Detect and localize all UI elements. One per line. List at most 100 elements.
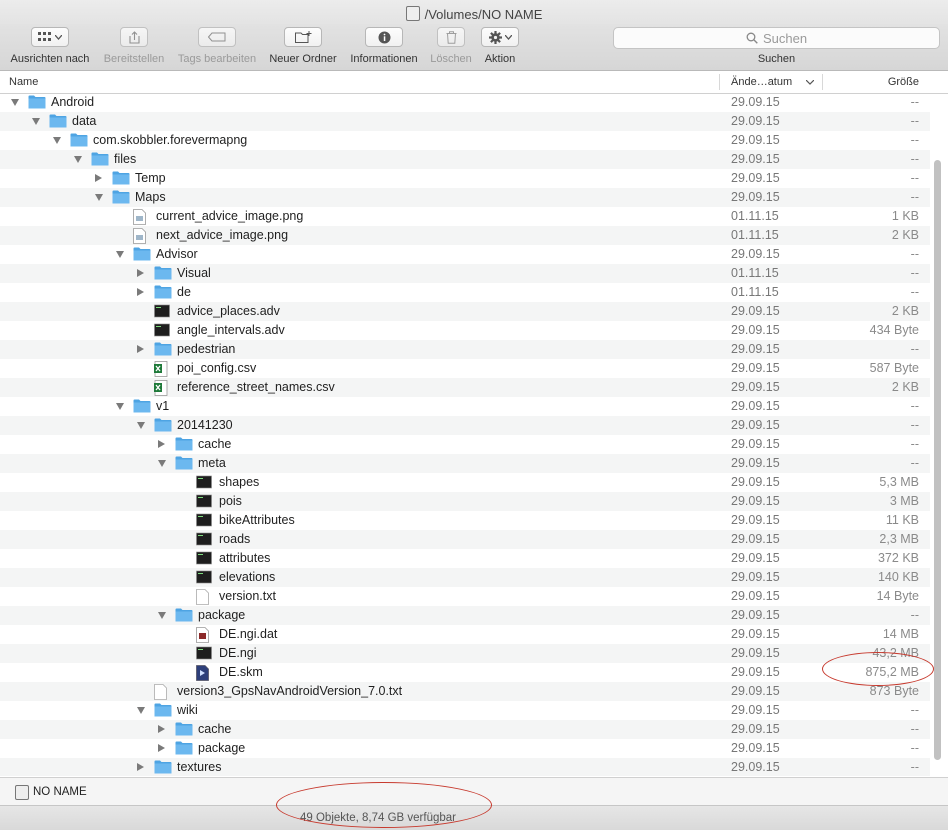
file-row[interactable]: next_advice_image.png 01.11.15 2 KB [0, 226, 930, 245]
file-row[interactable]: angle_intervals.adv 29.09.15 434 Byte [0, 321, 930, 340]
file-row[interactable]: elevations 29.09.15 140 KB [0, 568, 930, 587]
file-row[interactable]: version3_GpsNavAndroidVersion_7.0.txt 29.… [0, 682, 930, 701]
file-name[interactable]: pedestrian [177, 342, 235, 356]
file-row[interactable]: current_advice_image.png 01.11.15 1 KB [0, 207, 930, 226]
file-name[interactable]: version3_GpsNavAndroidVersion_7.0.txt [177, 684, 402, 698]
file-row[interactable]: DE.ngi 29.09.15 43,2 MB [0, 644, 930, 663]
file-row[interactable]: 20141230 29.09.15 -- [0, 416, 930, 435]
disclosure-open-icon[interactable] [137, 422, 145, 429]
disclosure-open-icon[interactable] [116, 403, 124, 410]
file-row[interactable]: reference_street_names.csv 29.09.15 2 KB [0, 378, 930, 397]
action-button[interactable]: Aktion [478, 27, 522, 65]
arrange-button-face[interactable] [31, 27, 69, 47]
file-name[interactable]: wiki [177, 703, 198, 717]
file-row[interactable]: files 29.09.15 -- [0, 150, 930, 169]
column-divider[interactable] [719, 74, 720, 90]
file-name[interactable]: Temp [135, 171, 166, 185]
disclosure-closed-icon[interactable] [137, 269, 144, 277]
file-row[interactable]: Visual 01.11.15 -- [0, 264, 930, 283]
file-name[interactable]: package [198, 741, 245, 755]
file-name[interactable]: meta [198, 456, 226, 470]
new-folder-button-face[interactable] [284, 27, 322, 47]
file-row[interactable]: textures 29.09.15 -- [0, 758, 930, 776]
column-divider[interactable] [822, 74, 823, 90]
disclosure-open-icon[interactable] [32, 118, 40, 125]
file-row[interactable]: roads 29.09.15 2,3 MB [0, 530, 930, 549]
search-field[interactable]: Suchen [613, 27, 940, 49]
file-name[interactable]: current_advice_image.png [156, 209, 303, 223]
file-name[interactable]: cache [198, 722, 231, 736]
file-row[interactable]: cache 29.09.15 -- [0, 720, 930, 739]
disclosure-open-icon[interactable] [11, 99, 19, 106]
disclosure-closed-icon[interactable] [137, 345, 144, 353]
delete-button-face[interactable] [437, 27, 465, 47]
file-row[interactable]: data 29.09.15 -- [0, 112, 930, 131]
file-row[interactable]: v1 29.09.15 -- [0, 397, 930, 416]
file-row[interactable]: pedestrian 29.09.15 -- [0, 340, 930, 359]
new-folder-button[interactable]: Neuer Ordner [265, 27, 341, 65]
disclosure-closed-icon[interactable] [95, 174, 102, 182]
file-name[interactable]: elevations [219, 570, 275, 584]
file-row[interactable]: de 01.11.15 -- [0, 283, 930, 302]
file-name[interactable]: version.txt [219, 589, 276, 603]
file-name[interactable]: Maps [135, 190, 166, 204]
file-name[interactable]: poi_config.csv [177, 361, 256, 375]
column-size[interactable]: Größe [888, 76, 919, 88]
file-name[interactable]: next_advice_image.png [156, 228, 288, 242]
disclosure-open-icon[interactable] [74, 156, 82, 163]
file-name[interactable]: pois [219, 494, 242, 508]
arrange-button[interactable]: Ausrichten nach [6, 27, 94, 65]
file-name[interactable]: DE.ngi [219, 646, 257, 660]
file-row[interactable]: attributes 29.09.15 372 KB [0, 549, 930, 568]
file-name[interactable]: files [114, 152, 136, 166]
disclosure-open-icon[interactable] [158, 612, 166, 619]
disclosure-closed-icon[interactable] [158, 440, 165, 448]
file-name[interactable]: DE.ngi.dat [219, 627, 277, 641]
file-row[interactable]: cache 29.09.15 -- [0, 435, 930, 454]
tags-button[interactable]: Tags bearbeiten [174, 27, 260, 65]
disclosure-open-icon[interactable] [137, 707, 145, 714]
disclosure-closed-icon[interactable] [137, 763, 144, 771]
file-row[interactable]: version.txt 29.09.15 14 Byte [0, 587, 930, 606]
disclosure-closed-icon[interactable] [158, 725, 165, 733]
path-volume[interactable]: NO NAME [33, 786, 87, 798]
file-name[interactable]: package [198, 608, 245, 622]
vertical-scrollbar[interactable] [934, 160, 941, 760]
disclosure-open-icon[interactable] [158, 460, 166, 467]
file-row[interactable]: package 29.09.15 -- [0, 739, 930, 758]
delete-button[interactable]: Löschen [428, 27, 474, 65]
file-name[interactable]: roads [219, 532, 250, 546]
action-button-face[interactable] [481, 27, 519, 47]
info-button-face[interactable] [365, 27, 403, 47]
file-row[interactable]: shapes 29.09.15 5,3 MB [0, 473, 930, 492]
share-button-face[interactable] [120, 27, 148, 47]
file-name[interactable]: attributes [219, 551, 270, 565]
file-name[interactable]: DE.skm [219, 665, 263, 679]
file-name[interactable]: reference_street_names.csv [177, 380, 335, 394]
file-name[interactable]: advice_places.adv [177, 304, 280, 318]
file-row[interactable]: Temp 29.09.15 -- [0, 169, 930, 188]
disclosure-open-icon[interactable] [95, 194, 103, 201]
file-name[interactable]: bikeAttributes [219, 513, 295, 527]
file-name[interactable]: Advisor [156, 247, 198, 261]
column-name[interactable]: Name [9, 76, 38, 88]
file-name[interactable]: Visual [177, 266, 211, 280]
file-row[interactable]: com.skobbler.forevermapng 29.09.15 -- [0, 131, 930, 150]
disclosure-closed-icon[interactable] [137, 288, 144, 296]
file-row[interactable]: wiki 29.09.15 -- [0, 701, 930, 720]
file-name[interactable]: 20141230 [177, 418, 233, 432]
file-row[interactable]: pois 29.09.15 3 MB [0, 492, 930, 511]
file-row[interactable]: poi_config.csv 29.09.15 587 Byte [0, 359, 930, 378]
file-name[interactable]: textures [177, 760, 221, 774]
file-row[interactable]: DE.ngi.dat 29.09.15 14 MB [0, 625, 930, 644]
disclosure-closed-icon[interactable] [158, 744, 165, 752]
file-row[interactable]: Advisor 29.09.15 -- [0, 245, 930, 264]
file-list[interactable]: Android 29.09.15 -- data 29.09.15 -- com.skobb… [0, 93, 948, 776]
disclosure-open-icon[interactable] [116, 251, 124, 258]
column-date[interactable]: Ände…atum [731, 76, 792, 88]
file-name[interactable]: de [177, 285, 191, 299]
share-button[interactable]: Bereitstellen [97, 27, 171, 65]
file-row[interactable]: meta 29.09.15 -- [0, 454, 930, 473]
tags-button-face[interactable] [198, 27, 236, 47]
file-name[interactable]: com.skobbler.forevermapng [93, 133, 247, 147]
